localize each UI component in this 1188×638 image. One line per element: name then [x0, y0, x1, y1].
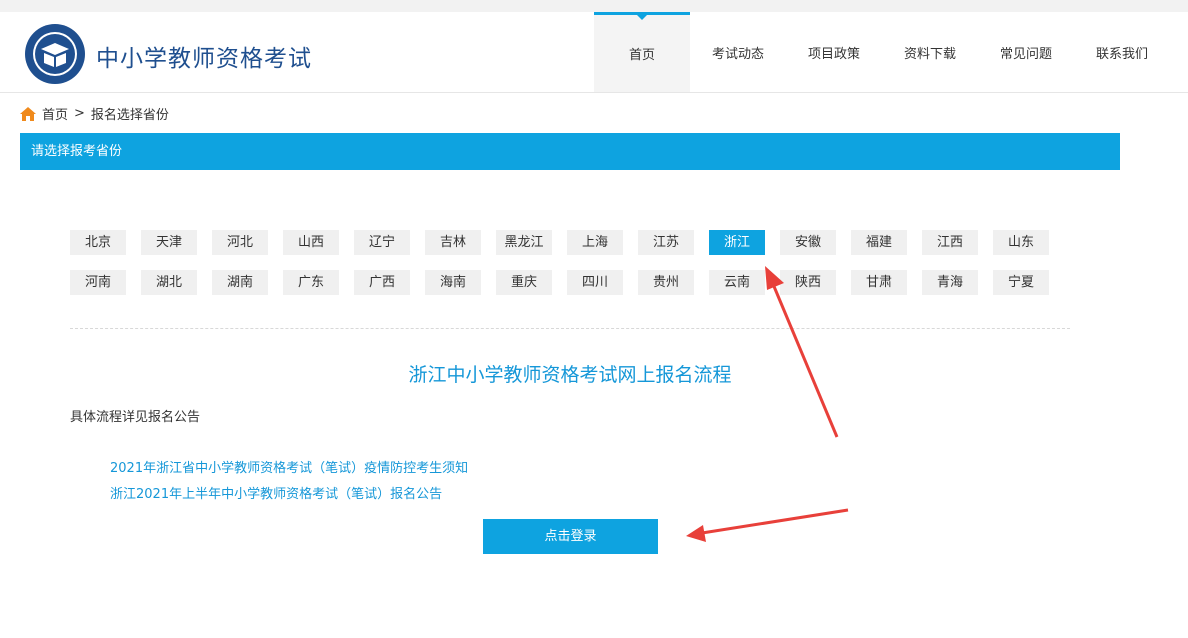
flow-note: 具体流程详见报名公告: [70, 410, 201, 425]
province-button[interactable]: 青海: [922, 270, 978, 295]
breadcrumb-current: 报名选择省份: [90, 108, 169, 123]
nav-item-3[interactable]: 资料下载: [882, 12, 978, 92]
announcement-link-epidemic[interactable]: 2021年浙江省中小学教师资格考试（笔试）疫情防控考生须知: [110, 456, 468, 482]
province-button[interactable]: 安徽: [780, 230, 836, 255]
province-button[interactable]: 广西: [354, 270, 410, 295]
province-button[interactable]: 河北: [212, 230, 268, 255]
province-button[interactable]: 上海: [567, 230, 623, 255]
province-button[interactable]: 浙江: [709, 230, 765, 255]
province-button[interactable]: 山东: [993, 230, 1049, 255]
province-button[interactable]: 黑龙江: [496, 230, 552, 255]
province-button[interactable]: 陕西: [780, 270, 836, 295]
province-button[interactable]: 广东: [283, 270, 339, 295]
province-button[interactable]: 湖南: [212, 270, 268, 295]
province-button[interactable]: 贵州: [638, 270, 694, 295]
province-button[interactable]: 云南: [709, 270, 765, 295]
breadcrumb-separator: >: [74, 106, 85, 121]
divider: [70, 328, 1070, 329]
province-button[interactable]: 江西: [922, 230, 978, 255]
nav-item-1[interactable]: 考试动态: [690, 12, 786, 92]
province-button[interactable]: 宁夏: [993, 270, 1049, 295]
announcement-link-registration[interactable]: 浙江2021年上半年中小学教师资格考试（笔试）报名公告: [110, 482, 468, 508]
province-button[interactable]: 湖北: [141, 270, 197, 295]
announcement-links: 2021年浙江省中小学教师资格考试（笔试）疫情防控考生须知 浙江2021年上半年…: [110, 456, 468, 508]
province-button[interactable]: 北京: [70, 230, 126, 255]
main-nav: 首页 考试动态 项目政策 资料下载 常见问题 联系我们: [594, 12, 1170, 92]
province-button[interactable]: 山西: [283, 230, 339, 255]
province-button[interactable]: 福建: [851, 230, 907, 255]
flow-title: 浙江中小学教师资格考试网上报名流程: [408, 364, 732, 386]
nav-item-label: 首页: [628, 48, 655, 63]
nav-item-label: 项目政策: [807, 46, 860, 62]
province-button[interactable]: 甘肃: [851, 270, 907, 295]
province-button[interactable]: 海南: [425, 270, 481, 295]
breadcrumb: 首页 > 报名选择省份: [20, 104, 169, 123]
province-button[interactable]: 江苏: [638, 230, 694, 255]
province-button[interactable]: 重庆: [496, 270, 552, 295]
nav-item-label: 资料下载: [903, 46, 956, 62]
nav-item-2[interactable]: 项目政策: [786, 12, 882, 92]
nav-item-4[interactable]: 常见问题: [978, 12, 1074, 92]
province-button[interactable]: 四川: [567, 270, 623, 295]
province-button[interactable]: 河南: [70, 270, 126, 295]
nav-item-label: 联系我们: [1095, 46, 1148, 62]
province-button[interactable]: 吉林: [425, 230, 481, 255]
exam-logo-icon[interactable]: [24, 23, 86, 85]
breadcrumb-home-link[interactable]: 首页: [42, 104, 68, 123]
active-caret-icon: [636, 14, 648, 20]
province-button[interactable]: 天津: [141, 230, 197, 255]
nav-item-label: 常见问题: [999, 46, 1052, 62]
arrow-to-login-icon: [686, 508, 849, 542]
home-icon[interactable]: [20, 106, 36, 121]
site-header: 中小学教师资格考试 首页 考试动态 项目政策 资料下载 常见问题 联系我们: [0, 12, 1188, 93]
nav-item-label: 考试动态: [711, 46, 764, 62]
login-button[interactable]: 点击登录: [483, 519, 658, 554]
section-title-bar: 请选择报考省份: [20, 133, 1120, 170]
nav-item-0[interactable]: 首页: [594, 12, 690, 92]
province-button[interactable]: 辽宁: [354, 230, 410, 255]
site-title[interactable]: 中小学教师资格考试: [96, 39, 312, 73]
nav-item-5[interactable]: 联系我们: [1074, 12, 1170, 92]
